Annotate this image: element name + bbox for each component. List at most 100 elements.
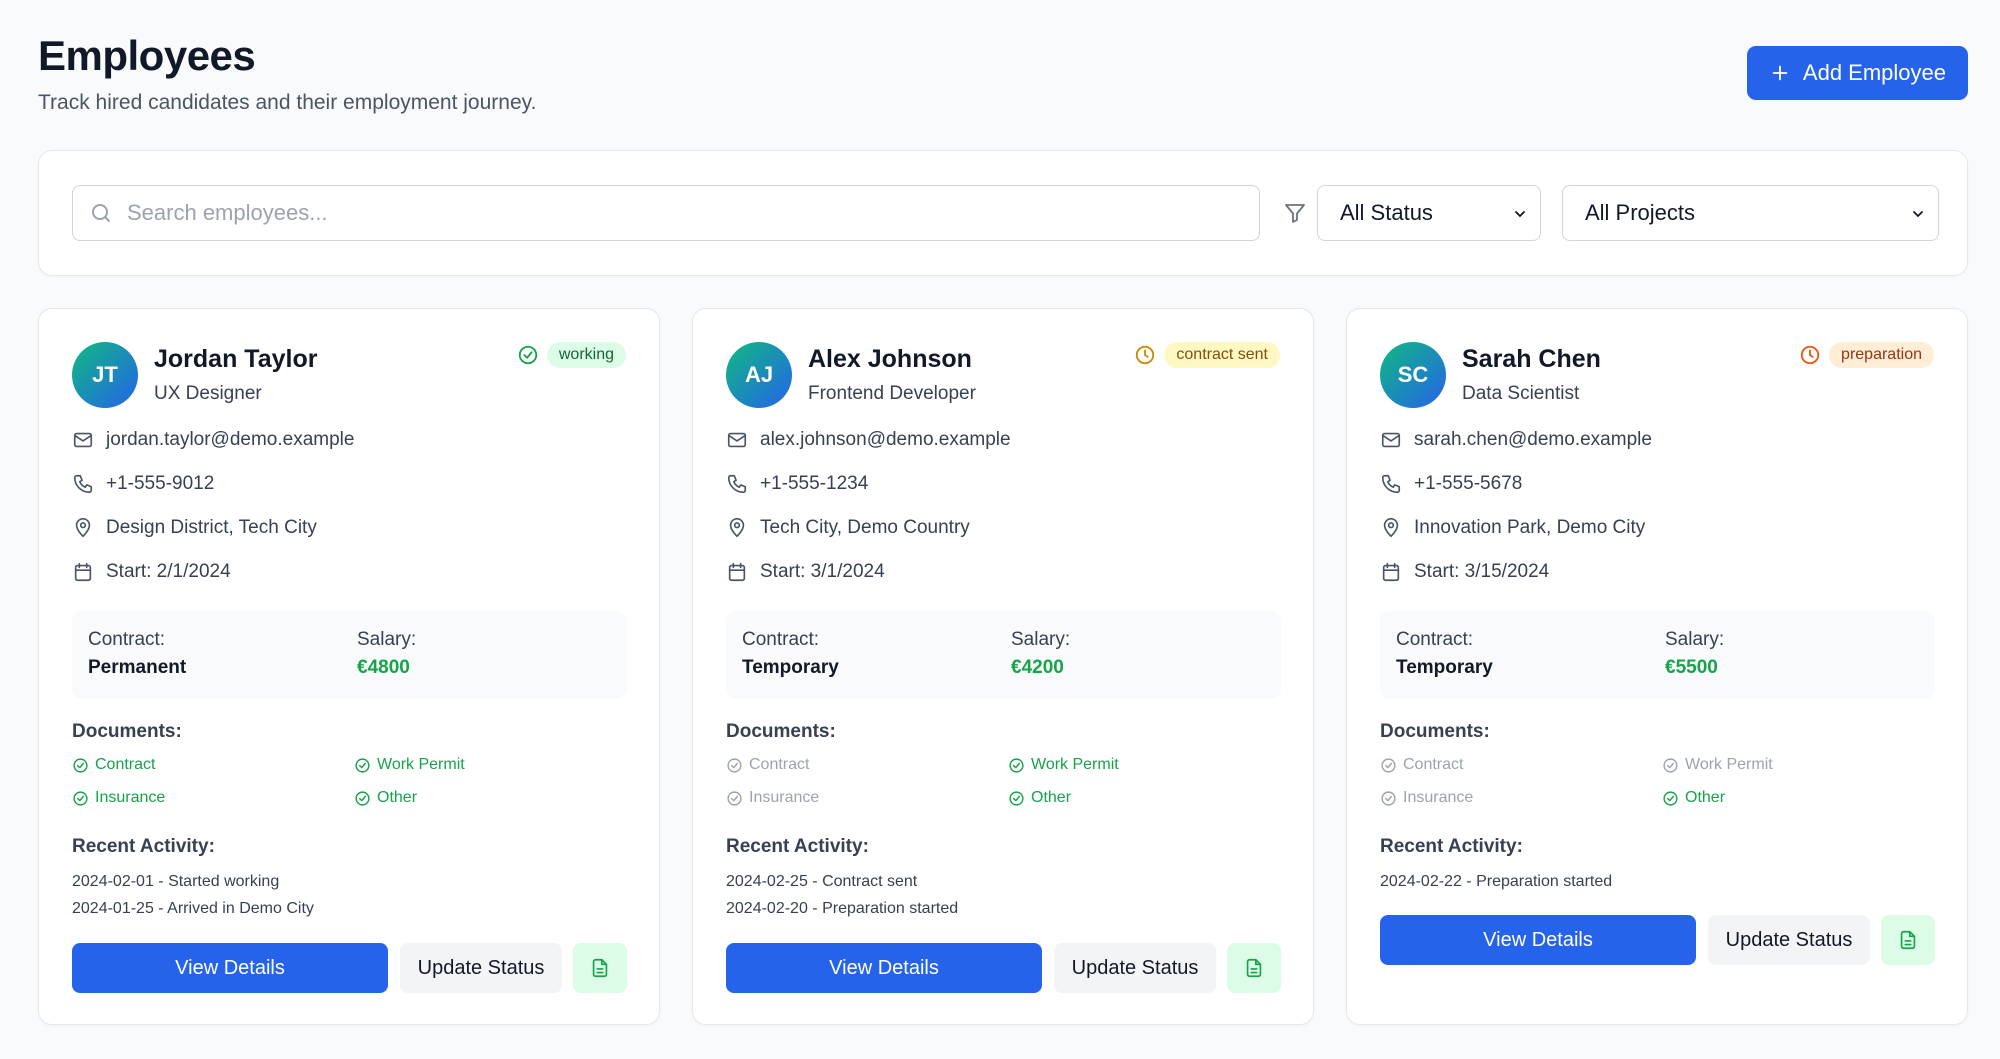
location-row: Tech City, Demo Country bbox=[726, 517, 970, 539]
mail-icon bbox=[1381, 432, 1401, 448]
calendar-icon bbox=[74, 562, 92, 582]
doc-other: Other bbox=[1662, 789, 1725, 807]
project-select-value: All Projects bbox=[1585, 200, 1696, 225]
activity-item: 2024-02-22 - Preparation started bbox=[1380, 873, 1613, 890]
doc-work-permit: Work Permit bbox=[1662, 756, 1773, 774]
doc-label: Other bbox=[1685, 789, 1726, 806]
view-details-button[interactable]: View Details bbox=[72, 943, 388, 993]
avatar: AJ bbox=[726, 342, 792, 408]
file-text-icon bbox=[1246, 958, 1262, 978]
status-badge: preparation bbox=[1829, 342, 1934, 368]
employee-role: UX Designer bbox=[154, 383, 262, 404]
location-row: Innovation Park, Demo City bbox=[1380, 517, 1645, 539]
check-circle-icon bbox=[727, 757, 742, 773]
search-box bbox=[72, 185, 1260, 241]
recent-activity-heading: Recent Activity: bbox=[72, 836, 215, 857]
check-circle-icon bbox=[1009, 757, 1024, 773]
phone-row: +1-555-5678 bbox=[1380, 473, 1522, 495]
plus-icon bbox=[1772, 65, 1788, 81]
status-select[interactable]: All Status bbox=[1317, 185, 1541, 241]
doc-label: Insurance bbox=[749, 789, 820, 806]
doc-insurance: Insurance bbox=[726, 789, 819, 807]
doc-label: Work Permit bbox=[377, 756, 465, 773]
doc-insurance: Insurance bbox=[1380, 789, 1473, 807]
email-row: alex.johnson@demo.example bbox=[726, 429, 1011, 451]
update-status-button[interactable]: Update Status bbox=[1708, 915, 1870, 965]
salary-value: €4800 bbox=[357, 657, 410, 678]
card-actions: View Details Update Status bbox=[72, 943, 627, 993]
view-details-button[interactable]: View Details bbox=[726, 943, 1042, 993]
doc-label: Contract bbox=[749, 756, 810, 773]
add-employee-label: Add Employee bbox=[1802, 60, 1946, 85]
email-row: sarah.chen@demo.example bbox=[1380, 429, 1652, 451]
contract-summary: Contract: Temporary Salary: €5500 bbox=[1380, 611, 1935, 699]
avatar: JT bbox=[72, 342, 138, 408]
page: Employees Track hired candidates and the… bbox=[4, 0, 2000, 1059]
clock-icon bbox=[1136, 345, 1155, 365]
add-employee-button[interactable]: Add Employee bbox=[1746, 46, 1968, 100]
calendar-icon bbox=[728, 562, 746, 582]
doc-contract: Contract bbox=[726, 756, 809, 774]
documents-button[interactable] bbox=[1881, 915, 1935, 965]
phone-row: +1-555-9012 bbox=[72, 473, 214, 495]
doc-label: Work Permit bbox=[1685, 756, 1773, 773]
map-pin-icon bbox=[1383, 518, 1399, 538]
phone-icon bbox=[1381, 474, 1401, 494]
clock-icon bbox=[1800, 345, 1820, 365]
file-text-icon bbox=[1900, 930, 1916, 950]
contract-label: Contract: bbox=[88, 629, 166, 650]
start-date-row: Start: 3/1/2024 bbox=[726, 561, 885, 583]
doc-label: Work Permit bbox=[1031, 756, 1119, 773]
contract-type: Temporary bbox=[742, 657, 839, 678]
phone-text: +1-555-9012 bbox=[106, 473, 215, 494]
doc-contract: Contract bbox=[1380, 756, 1463, 774]
doc-contract: Contract bbox=[72, 756, 155, 774]
doc-label: Other bbox=[377, 789, 418, 806]
calendar-icon bbox=[1382, 562, 1400, 582]
email-text: sarah.chen@demo.example bbox=[1414, 429, 1652, 450]
card-actions: View Details Update Status bbox=[1380, 915, 1935, 965]
activity-item: 2024-02-01 - Started working bbox=[72, 873, 280, 890]
start-date-row: Start: 2/1/2024 bbox=[72, 561, 231, 583]
status-indicator: working bbox=[517, 342, 626, 368]
update-status-button[interactable]: Update Status bbox=[1054, 943, 1216, 993]
contract-summary: Contract: Permanent Salary: €4800 bbox=[72, 611, 627, 699]
chevron-down-icon bbox=[1913, 211, 1923, 218]
status-select-value: All Status bbox=[1340, 200, 1433, 225]
documents-button[interactable] bbox=[1227, 943, 1281, 993]
filter-bar: All Status All Projects bbox=[38, 150, 1968, 276]
card-actions: View Details Update Status bbox=[726, 943, 1281, 993]
mail-icon bbox=[727, 432, 747, 448]
update-status-button[interactable]: Update Status bbox=[400, 943, 562, 993]
documents-heading: Documents: bbox=[1380, 721, 1490, 742]
phone-text: +1-555-1234 bbox=[760, 473, 869, 494]
phone-icon bbox=[73, 474, 93, 494]
recent-activity-heading: Recent Activity: bbox=[726, 836, 869, 857]
search-icon bbox=[92, 204, 110, 222]
doc-work-permit: Work Permit bbox=[1008, 756, 1119, 774]
employee-role: Frontend Developer bbox=[808, 383, 976, 404]
mail-icon bbox=[73, 432, 93, 448]
check-circle-icon bbox=[1381, 790, 1396, 806]
contract-summary: Contract: Temporary Salary: €4200 bbox=[726, 611, 1281, 699]
employee-role: Data Scientist bbox=[1462, 383, 1580, 404]
salary-label: Salary: bbox=[1011, 629, 1071, 650]
doc-other: Other bbox=[354, 789, 417, 807]
view-details-button[interactable]: View Details bbox=[1380, 915, 1696, 965]
map-pin-icon bbox=[75, 518, 91, 538]
status-indicator: contract sent bbox=[1134, 342, 1280, 368]
project-select[interactable]: All Projects bbox=[1562, 185, 1939, 241]
contract-label: Contract: bbox=[742, 629, 820, 650]
chevron-down-icon bbox=[1515, 211, 1525, 218]
contract-type: Permanent bbox=[88, 657, 187, 678]
page-subtitle: Track hired candidates and their employm… bbox=[38, 91, 537, 114]
salary-value: €4200 bbox=[1011, 657, 1064, 678]
activity-item: 2024-02-20 - Preparation started bbox=[726, 900, 959, 917]
documents-button[interactable] bbox=[573, 943, 627, 993]
status-badge: working bbox=[546, 342, 626, 368]
doc-label: Insurance bbox=[1403, 789, 1474, 806]
search-input[interactable] bbox=[127, 186, 1249, 240]
page-header: Employees Track hired candidates and the… bbox=[38, 30, 1968, 120]
check-circle-icon bbox=[518, 345, 538, 365]
location-text: Innovation Park, Demo City bbox=[1414, 517, 1646, 538]
